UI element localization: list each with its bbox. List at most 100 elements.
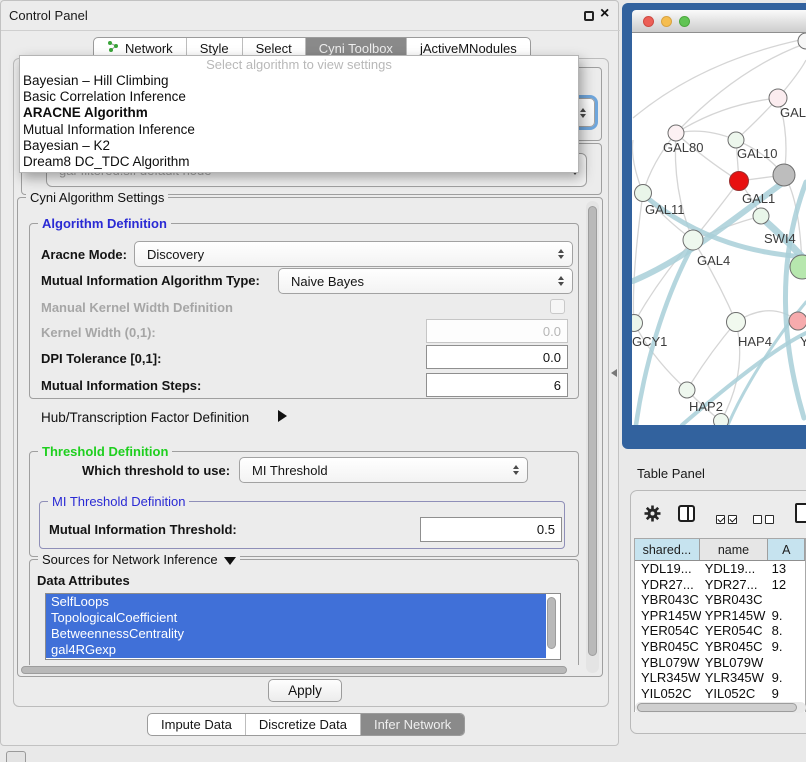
checked-columns-icon[interactable] — [716, 511, 740, 529]
table-cell: YER054C — [701, 623, 770, 639]
tab-infer-network[interactable]: Infer Network — [360, 714, 464, 735]
attribute-item[interactable]: SelfLoops — [46, 594, 546, 610]
close-button[interactable] — [643, 16, 654, 27]
table-horizontal-scrollbar-track[interactable] — [635, 702, 806, 713]
network-node-gal80[interactable] — [668, 125, 684, 141]
expand-arrow-icon[interactable] — [278, 410, 287, 422]
columns-icon[interactable] — [678, 505, 695, 522]
dropdown-item[interactable]: Bayesian – Hill Climbing — [20, 73, 578, 89]
settings-horizontal-scrollbar[interactable] — [21, 666, 567, 674]
table-row[interactable]: YER054CYER054C8. — [635, 623, 805, 639]
table-row[interactable]: YBR045CYBR045C9. — [635, 639, 805, 655]
network-node-node[interactable] — [714, 414, 729, 426]
network-node-y[interactable] — [789, 312, 806, 330]
aracne-mode-select[interactable]: Discovery — [134, 241, 573, 267]
manual-kernel-checkbox[interactable] — [550, 299, 565, 314]
settings-vertical-scrollbar-track[interactable] — [586, 201, 599, 673]
network-node-gal11[interactable] — [635, 185, 652, 202]
mi-threshold-label: Mutual Information Threshold: — [49, 522, 237, 537]
dropdown-item[interactable]: Basic Correlation Inference — [20, 89, 578, 105]
dropdown-item[interactable]: Mutual Information Inference — [20, 122, 578, 138]
table-cell: 9. — [770, 670, 805, 686]
table-horizontal-scrollbar[interactable] — [637, 703, 797, 712]
zoom-button[interactable] — [679, 16, 690, 27]
apply-button[interactable]: Apply — [268, 679, 342, 702]
mi-type-select[interactable]: Naive Bayes — [278, 268, 573, 294]
attribute-item[interactable]: gal4RGexp — [46, 642, 546, 658]
close-icon[interactable]: × — [600, 5, 609, 23]
network-node-gal4[interactable] — [683, 230, 703, 250]
table-cell: YER054C — [635, 623, 701, 639]
network-node-gcy1[interactable] — [632, 315, 643, 332]
attribute-item[interactable]: BetweennessCentrality — [46, 626, 546, 642]
table-row[interactable]: YBL079WYBL079W — [635, 655, 805, 671]
mi-type-label: Mutual Information Algorithm Type: — [41, 273, 260, 288]
table-row[interactable]: YPR145WYPR145W9. — [635, 608, 805, 624]
mi-steps-label: Mutual Information Steps: — [41, 378, 201, 393]
file-icon[interactable] — [795, 503, 806, 523]
network-node-node[interactable] — [798, 33, 806, 49]
mi-steps-field[interactable]: 6 — [426, 373, 568, 397]
node-label: GAL — [780, 105, 806, 120]
node-label: HAP2 — [689, 399, 723, 414]
network-node-hap2[interactable] — [679, 382, 695, 398]
table-cell: YDL19... — [701, 561, 770, 577]
corner-button[interactable] — [6, 751, 26, 762]
aracne-mode-label: Aracne Mode: — [41, 247, 127, 262]
tab-impute-data[interactable]: Impute Data — [148, 714, 245, 735]
table-row[interactable]: YIL052CYIL052C9 — [635, 686, 805, 702]
table-cell: YDR27... — [635, 577, 701, 593]
mi-threshold-field[interactable]: 0.5 — [420, 517, 562, 542]
float-icon[interactable] — [584, 11, 594, 21]
table-row[interactable]: YDR27...YDR27...12 — [635, 577, 805, 593]
network-node-node[interactable] — [790, 255, 806, 279]
node-label: GCY1 — [632, 334, 667, 349]
splitter-arrow-icon[interactable] — [611, 369, 617, 377]
column-header-shared-name[interactable]: shared... — [635, 539, 700, 560]
settings-vertical-scrollbar[interactable] — [588, 206, 597, 656]
tab-discretize-data[interactable]: Discretize Data — [245, 714, 360, 735]
mi-steps-value: 6 — [554, 378, 561, 393]
column-header-partial[interactable]: A — [768, 539, 805, 560]
table-cell: 9 — [770, 686, 805, 702]
network-node-gal1[interactable] — [730, 172, 749, 191]
network-node-node[interactable] — [773, 164, 795, 186]
table-row[interactable]: YDL19...YDL19...13 — [635, 561, 805, 577]
manual-kernel-label: Manual Kernel Width Definition — [41, 300, 233, 315]
dpi-tolerance-field[interactable]: 0.0 — [426, 345, 568, 369]
network-node-hap4[interactable] — [727, 313, 746, 332]
list-scrollbar[interactable] — [547, 597, 556, 649]
settings-horizontal-scrollbar-track[interactable] — [19, 665, 585, 675]
dropdown-items: Bayesian – Hill ClimbingBasic Correlatio… — [20, 73, 578, 170]
network-node-swi4[interactable] — [753, 208, 769, 224]
unchecked-columns-icon[interactable] — [753, 511, 777, 529]
minimize-button[interactable] — [661, 16, 672, 27]
table-row[interactable]: YBR043CYBR043C — [635, 592, 805, 608]
table-cell: YBL079W — [701, 655, 770, 671]
node-label: SWI4 — [764, 231, 796, 246]
mi-threshold-value: 0.5 — [537, 522, 555, 537]
collapse-arrow-icon[interactable] — [224, 557, 236, 565]
dropdown-item[interactable]: Bayesian – K2 — [20, 138, 578, 154]
which-threshold-select[interactable]: MI Threshold — [239, 457, 528, 483]
node-label: Y — [800, 334, 806, 349]
dpi-tolerance-value: 0.0 — [543, 350, 561, 365]
dropdown-item[interactable]: ARACNE Algorithm — [20, 105, 578, 121]
updown-stepper-icon — [508, 465, 524, 475]
tab-label: Infer Network — [374, 714, 451, 735]
settings-group-title: Cyni Algorithm Settings — [26, 190, 168, 205]
data-attributes-list[interactable]: SelfLoopsTopologicalCoefficientBetweenne… — [45, 593, 561, 660]
table-row[interactable]: YLR345WYLR345W9. — [635, 670, 805, 686]
attribute-item[interactable]: TopologicalCoefficient — [46, 610, 546, 626]
hub-definition-toggle[interactable]: Hub/Transcription Factor Definition — [41, 410, 249, 425]
dropdown-item[interactable]: Dream8 DC_TDC Algorithm — [20, 154, 578, 170]
kernel-width-field[interactable]: 0.0 — [426, 319, 568, 343]
kernel-width-label: Kernel Width (0,1): — [41, 325, 156, 340]
table-cell: YPR145W — [701, 608, 770, 624]
data-attributes-label: Data Attributes — [37, 573, 130, 588]
updown-stepper-icon — [553, 276, 569, 286]
column-header-name[interactable]: name — [700, 539, 768, 560]
network-window-titlebar[interactable] — [632, 10, 806, 33]
gear-icon[interactable] — [644, 505, 661, 527]
network-canvas[interactable]: GALGAL80GAL10GAL1GAL11SWI4GAL4GCY1HAP4YH… — [632, 33, 806, 425]
